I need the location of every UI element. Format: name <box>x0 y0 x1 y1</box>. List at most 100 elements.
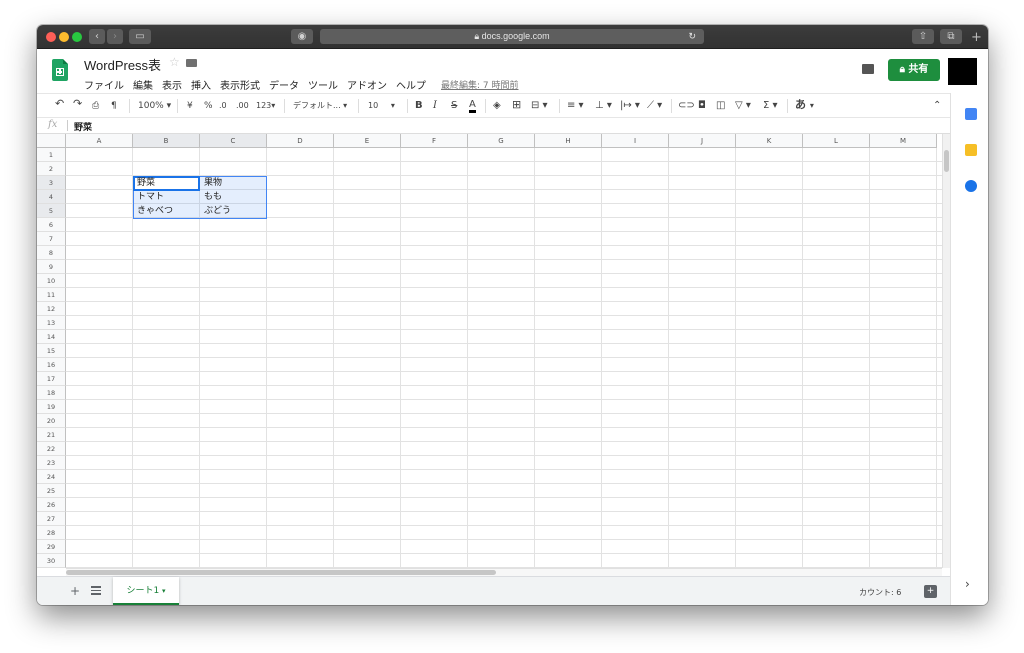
fill-color-icon[interactable]: ◈ <box>493 100 501 112</box>
comment-history-icon[interactable] <box>862 64 874 74</box>
url-bar[interactable]: 🔒︎ docs.google.com ↻ <box>320 29 704 44</box>
vertical-scrollbar[interactable] <box>942 134 950 568</box>
row-header-28[interactable]: 28 <box>37 526 66 540</box>
cell-c4[interactable]: もも <box>204 190 222 204</box>
row-header-10[interactable]: 10 <box>37 274 66 288</box>
row-header-20[interactable]: 20 <box>37 414 66 428</box>
row-header-7[interactable]: 7 <box>37 232 66 246</box>
select-all-corner[interactable] <box>37 134 66 148</box>
row-header-6[interactable]: 6 <box>37 218 66 232</box>
bold-button[interactable]: B <box>415 100 423 112</box>
column-header-d[interactable]: D <box>267 134 334 148</box>
row-header-1[interactable]: 1 <box>37 148 66 162</box>
sidebar-toggle-button[interactable]: ▭ <box>129 29 151 44</box>
insert-link-icon[interactable]: ⊂⊃ <box>678 100 695 112</box>
collapse-menus-icon[interactable]: ⌃ <box>933 100 941 112</box>
vertical-align-icon[interactable]: ⊥ ▾ <box>595 100 612 112</box>
reload-icon[interactable]: ↻ <box>688 29 696 44</box>
explore-icon[interactable]: + <box>924 585 937 598</box>
spreadsheet-grid[interactable]: A B C D E F G H I J K L M 1 2 3 4 5 6 7 8 9 10 11 12 13 14 15 16 17 18… <box>37 134 942 568</box>
expand-panel-icon[interactable]: › <box>965 577 970 591</box>
cell-c3[interactable]: 果物 <box>204 176 222 190</box>
column-header-l[interactable]: L <box>803 134 870 148</box>
undo-icon[interactable]: ↶ <box>55 98 64 110</box>
more-formats-button[interactable]: 123▾ <box>256 100 275 112</box>
horizontal-align-icon[interactable]: ≡ ▾ <box>567 100 584 112</box>
text-color-button[interactable]: A <box>469 100 476 113</box>
minimize-window-button[interactable] <box>59 32 69 42</box>
borders-icon[interactable]: ⊞ <box>512 99 521 111</box>
avatar[interactable] <box>948 58 977 85</box>
tabs-overview-icon[interactable]: ⧉ <box>940 29 962 44</box>
keep-icon[interactable] <box>965 144 977 156</box>
column-header-a[interactable]: A <box>66 134 133 148</box>
cell-c5[interactable]: ぶどう <box>204 204 231 218</box>
row-header-16[interactable]: 16 <box>37 358 66 372</box>
decrease-decimal-button[interactable]: .0 <box>219 100 227 112</box>
column-header-h[interactable]: H <box>535 134 602 148</box>
font-size-select[interactable]: 10 ▾ <box>368 100 395 112</box>
row-header-11[interactable]: 11 <box>37 288 66 302</box>
new-tab-icon[interactable]: + <box>971 30 982 45</box>
last-edit-link[interactable]: 最終編集: 7 時間前 <box>441 78 518 92</box>
back-button[interactable]: ‹ <box>89 29 105 44</box>
menu-tools[interactable]: ツール <box>308 77 338 92</box>
row-header-30[interactable]: 30 <box>37 554 66 568</box>
row-header-25[interactable]: 25 <box>37 484 66 498</box>
menu-file[interactable]: ファイル <box>84 77 124 92</box>
percent-format-button[interactable]: % <box>204 100 213 112</box>
zoom-window-button[interactable] <box>72 32 82 42</box>
row-header-3[interactable]: 3 <box>37 176 66 190</box>
row-header-29[interactable]: 29 <box>37 540 66 554</box>
menu-help[interactable]: ヘルプ <box>396 77 426 92</box>
font-select[interactable]: デフォルト... ▾ <box>293 100 347 112</box>
menu-edit[interactable]: 編集 <box>133 77 153 92</box>
functions-button[interactable]: Σ ▾ <box>763 100 778 112</box>
sheet-tab[interactable]: シート1 ▾ <box>113 577 179 605</box>
menu-data[interactable]: データ <box>269 77 299 92</box>
add-sheet-icon[interactable]: + <box>70 584 80 598</box>
menu-format[interactable]: 表示形式 <box>220 77 260 92</box>
selection-count[interactable]: カウント: 6 <box>859 587 901 598</box>
filter-icon[interactable]: ▽ ▾ <box>735 100 751 112</box>
horizontal-scrollbar[interactable] <box>66 568 942 576</box>
menu-view[interactable]: 表示 <box>162 77 182 92</box>
column-header-c[interactable]: C <box>200 134 267 148</box>
share-button[interactable]: 🔒︎ 共有 <box>888 59 940 81</box>
privacy-icon[interactable]: ◉ <box>291 29 313 44</box>
print-icon[interactable]: ⎙ <box>92 100 99 112</box>
column-header-j[interactable]: J <box>669 134 736 148</box>
row-header-21[interactable]: 21 <box>37 428 66 442</box>
menu-addons[interactable]: アドオン <box>347 77 387 92</box>
share-browser-icon[interactable]: ⇧ <box>912 29 934 44</box>
doc-title[interactable]: WordPress表 <box>84 55 161 74</box>
column-header-b[interactable]: B <box>133 134 200 148</box>
sheets-logo-icon[interactable] <box>52 59 68 81</box>
strikethrough-button[interactable]: S <box>451 100 457 112</box>
calendar-icon[interactable] <box>965 108 977 120</box>
folder-icon[interactable] <box>186 59 197 67</box>
row-header-22[interactable]: 22 <box>37 442 66 456</box>
row-header-2[interactable]: 2 <box>37 162 66 176</box>
all-sheets-icon[interactable] <box>91 586 101 595</box>
horizontal-scroll-thumb[interactable] <box>66 570 496 575</box>
cell-b3[interactable]: 野菜 <box>137 176 155 190</box>
vertical-scroll-thumb[interactable] <box>944 150 949 172</box>
row-header-5[interactable]: 5 <box>37 204 66 218</box>
formula-input[interactable]: 野菜 <box>74 120 92 133</box>
column-header-k[interactable]: K <box>736 134 803 148</box>
row-header-9[interactable]: 9 <box>37 260 66 274</box>
text-rotation-icon[interactable]: ⟋ ▾ <box>647 100 662 112</box>
row-header-12[interactable]: 12 <box>37 302 66 316</box>
forward-button[interactable]: › <box>107 29 123 44</box>
row-header-19[interactable]: 19 <box>37 400 66 414</box>
row-header-8[interactable]: 8 <box>37 246 66 260</box>
row-header-4[interactable]: 4 <box>37 190 66 204</box>
paint-format-icon[interactable]: ¶ <box>111 100 117 112</box>
row-header-18[interactable]: 18 <box>37 386 66 400</box>
increase-decimal-button[interactable]: .00 <box>236 100 249 112</box>
row-header-17[interactable]: 17 <box>37 372 66 386</box>
row-header-27[interactable]: 27 <box>37 512 66 526</box>
redo-icon[interactable]: ↷ <box>73 98 82 110</box>
star-icon[interactable]: ☆ <box>169 55 180 69</box>
